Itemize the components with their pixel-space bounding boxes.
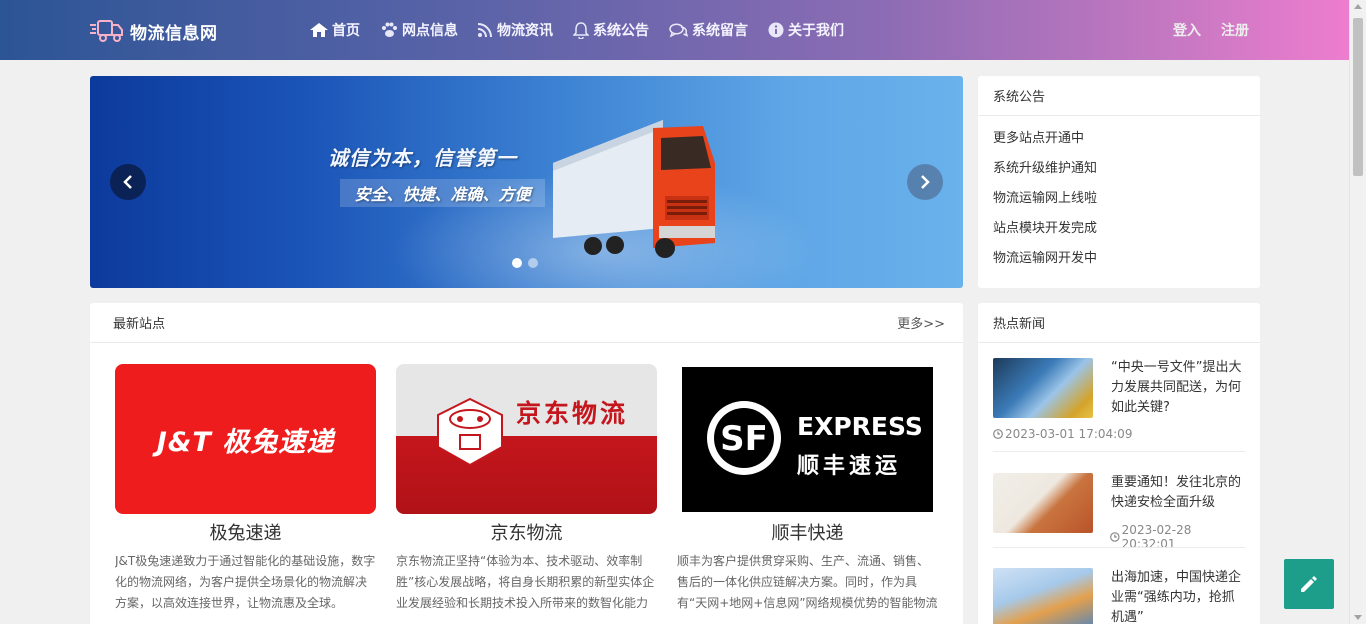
site-description: J&T极兔速递致力于通过智能化的基础设施，数字化的物流网络，为客户提供全场景化的…	[115, 554, 376, 610]
truck-image	[553, 120, 715, 258]
banner-slogan: 诚信为本，信誉第一	[328, 146, 517, 170]
nav-item-label: 网点信息	[402, 23, 458, 39]
pencil-icon	[1301, 576, 1317, 592]
site-logo[interactable]: 物流信息网	[90, 15, 218, 47]
site-logo-jd[interactable]: 京东物流	[396, 364, 657, 514]
panel-header: 最新站点 更多>>	[90, 303, 963, 343]
more-link[interactable]: 更多>>	[897, 313, 945, 332]
site-name[interactable]: 顺丰快递	[677, 522, 938, 546]
svg-text:SF: SF	[720, 419, 768, 459]
scrollbar-thumb[interactable]	[1353, 18, 1363, 176]
home-icon	[310, 23, 328, 37]
site-name[interactable]: 极兔速递	[115, 522, 376, 546]
news-thumbnail[interactable]	[993, 473, 1093, 533]
site-card-jd: 京东物流 京东物流 京东物流正坚持“体验为本、技术驱动、效率制胜”核心发展战略，…	[396, 364, 657, 614]
news-time-text: 2023-03-01 17:04:09	[1005, 427, 1133, 441]
nav-item-label: 系统留言	[692, 23, 748, 39]
logo-wordmark-en: EXPRESS	[797, 412, 923, 441]
site-description: 顺丰为客户提供贯穿采购、生产、流通、销售、售后的一体化供应链解决方案。同时，作为…	[677, 554, 938, 610]
comments-icon	[669, 22, 688, 37]
delivery-truck-icon	[90, 20, 123, 42]
notice-item[interactable]: 物流运输网上线啦	[993, 184, 1245, 214]
notice-item[interactable]: 系统升级维护通知	[993, 154, 1245, 184]
clock-icon	[1110, 532, 1120, 542]
info-icon	[768, 22, 784, 38]
register-link[interactable]: 注册	[1221, 20, 1249, 40]
write-message-button[interactable]	[1284, 559, 1334, 609]
scroll-down-arrow-icon[interactable]	[1354, 615, 1362, 620]
nav-item-label: 首页	[332, 23, 360, 39]
banner-subslogan: 安全、快捷、准确、方便	[340, 179, 545, 207]
news-thumbnail[interactable]	[993, 568, 1093, 624]
notice-item[interactable]: 更多站点开通中	[993, 124, 1245, 154]
nav-item-home[interactable]: 首页	[310, 20, 360, 40]
carousel-prev-button[interactable]	[110, 164, 146, 200]
rss-icon	[478, 23, 492, 37]
nav-item-message[interactable]: 系统留言	[669, 20, 748, 40]
sf-logo-icon: SF	[707, 401, 781, 475]
nav-item-news[interactable]: 物流资讯	[478, 20, 553, 40]
main-menu: 首页 网点信息 物流资讯 系统公告 系统留言 关于我们	[310, 0, 864, 60]
news-item: 出海加速，中国快递企业需“强练内功，抢抓机遇”	[993, 568, 1245, 624]
paw-icon	[382, 22, 397, 37]
site-card-sf: SF EXPRESS 顺丰速运 顺丰快递 顺丰为客户提供贯穿采购、生产、流通、销…	[677, 364, 938, 614]
site-name[interactable]: 京东物流	[396, 522, 657, 546]
news-title[interactable]: 出海加速，中国快递企业需“强练内功，抢抓机遇”	[1111, 568, 1245, 624]
news-item: “中央一号文件”提出大力发展共同配送，为何如此关键? 2023-03-01 17…	[993, 358, 1245, 448]
carousel-indicators	[512, 258, 544, 268]
chevron-left-icon	[123, 175, 132, 189]
panel-title: 最新站点	[113, 317, 166, 332]
login-link[interactable]: 登入	[1173, 20, 1201, 40]
site-logo-text: 物流信息网	[130, 23, 218, 44]
nav-item-about[interactable]: 关于我们	[768, 20, 844, 40]
system-notice-panel: 系统公告 更多站点开通中 系统升级维护通知 物流运输网上线啦 站点模块开发完成 …	[978, 76, 1260, 288]
nav-item-notice[interactable]: 系统公告	[573, 20, 649, 40]
logo-wordmark: 京东物流	[516, 399, 629, 428]
nav-item-label: 系统公告	[593, 23, 649, 39]
carousel-dot-1[interactable]	[512, 258, 522, 268]
banner-carousel: 诚信为本，信誉第一 安全、快捷、准确、方便	[90, 76, 963, 288]
top-navbar: 物流信息网 首页 网点信息 物流资讯 系统公告 系统留言 关于我们 登入 注册	[0, 0, 1349, 60]
news-title[interactable]: “中央一号文件”提出大力发展共同配送，为何如此关键?	[1111, 358, 1245, 418]
nav-item-label: 关于我们	[788, 23, 844, 39]
bell-icon	[573, 21, 589, 39]
site-description: 京东物流正坚持“体验为本、技术驱动、效率制胜”核心发展战略，将自身长期积累的新型…	[396, 554, 655, 610]
carousel-dot-2[interactable]	[528, 258, 538, 268]
news-timestamp: 2023-03-01 17:04:09	[993, 427, 1132, 441]
site-card-jt: J&T 极兔速递 极兔速递 J&T极兔速递致力于通过智能化的基础设施，数字化的物…	[115, 364, 376, 614]
logo-wordmark-cn: 顺丰速运	[797, 454, 902, 479]
scroll-up-arrow-icon[interactable]	[1354, 4, 1362, 9]
nav-item-label: 物流资讯	[497, 23, 553, 39]
news-item: 重要通知！发往北京的快递安检全面升级 2023-02-28 20:32:01	[993, 473, 1245, 551]
notice-item[interactable]: 物流运输网开发中	[993, 244, 1245, 274]
page-scrollbar[interactable]	[1349, 0, 1366, 624]
jd-dog-mascot-icon	[437, 397, 503, 467]
news-title[interactable]: 重要通知！发往北京的快递安检全面升级	[1111, 473, 1245, 513]
site-logo-sf[interactable]: SF EXPRESS 顺丰速运	[677, 364, 938, 514]
panel-header: 系统公告	[978, 76, 1260, 116]
logo-wordmark: J&T 极兔速递	[156, 426, 335, 458]
site-logo-jt[interactable]: J&T 极兔速递	[115, 364, 376, 514]
latest-sites-panel: 最新站点 更多>> J&T 极兔速递 极兔速递 J&T极兔速递致力于通过智能化的…	[90, 303, 963, 624]
notice-item[interactable]: 站点模块开发完成	[993, 214, 1245, 244]
chevron-right-icon	[921, 175, 930, 189]
panel-header: 热点新闻	[978, 303, 1260, 343]
clock-icon	[993, 429, 1003, 439]
divider	[993, 547, 1245, 548]
nav-item-stations[interactable]: 网点信息	[380, 20, 458, 40]
hot-news-panel: 热点新闻 “中央一号文件”提出大力发展共同配送，为何如此关键? 2023-03-…	[978, 303, 1260, 624]
news-thumbnail[interactable]	[993, 358, 1093, 418]
carousel-next-button[interactable]	[907, 164, 943, 200]
auth-links: 登入 注册	[1173, 0, 1269, 60]
panel-title: 系统公告	[993, 90, 1046, 105]
divider	[993, 451, 1245, 452]
panel-title: 热点新闻	[993, 317, 1046, 332]
notice-list: 更多站点开通中 系统升级维护通知 物流运输网上线啦 站点模块开发完成 物流运输网…	[978, 116, 1260, 274]
